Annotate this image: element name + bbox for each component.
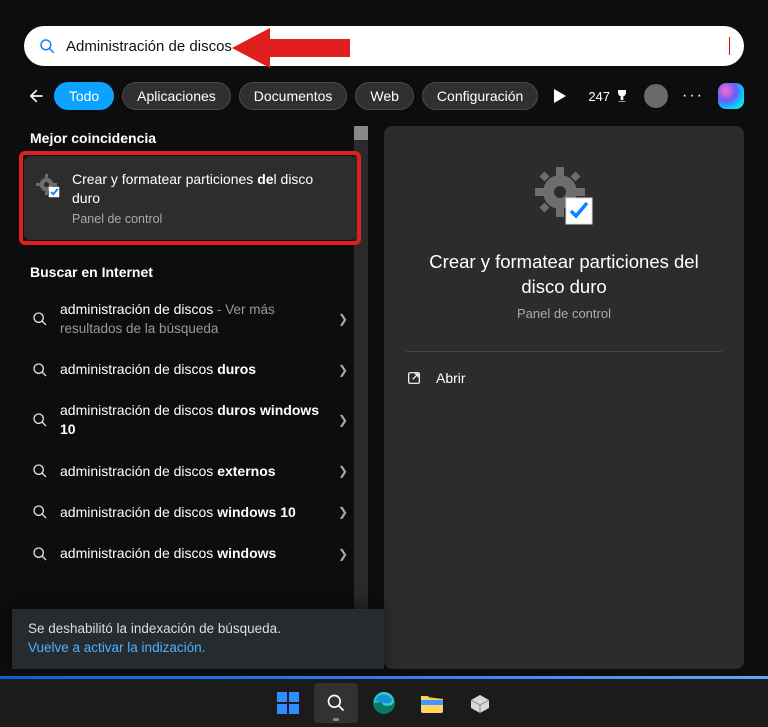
web-result-item[interactable]: administración de discos windows 10 ❯ xyxy=(24,493,356,532)
scrollbar-thumb[interactable] xyxy=(354,126,368,140)
search-icon xyxy=(38,37,56,55)
avatar[interactable] xyxy=(644,84,668,108)
web-result-item[interactable]: administración de discos externos ❯ xyxy=(24,452,356,491)
open-button[interactable]: Abrir xyxy=(406,370,466,386)
indexing-banner-line1: Se deshabilitó la indexación de búsqueda… xyxy=(28,621,368,636)
chevron-right-icon: ❯ xyxy=(338,547,348,561)
web-result-text: administración de discos duros xyxy=(60,360,326,379)
search-icon xyxy=(32,362,48,378)
web-result-text: administración de discos windows xyxy=(60,544,326,563)
divider xyxy=(406,351,722,352)
search-icon xyxy=(32,412,48,428)
trophy-icon xyxy=(614,88,630,104)
tab-documentos[interactable]: Documentos xyxy=(239,82,348,110)
taskbar xyxy=(0,679,768,727)
preview-title: Crear y formatear particiones del disco … xyxy=(406,250,722,300)
chevron-right-icon: ❯ xyxy=(338,312,348,326)
app-icon xyxy=(469,692,491,714)
search-icon xyxy=(32,463,48,479)
play-button[interactable] xyxy=(546,82,574,110)
search-bar[interactable] xyxy=(24,26,744,66)
taskbar-explorer[interactable] xyxy=(410,683,454,723)
chevron-right-icon: ❯ xyxy=(338,363,348,377)
web-result-text: administración de discos windows 10 xyxy=(60,503,326,522)
chevron-right-icon: ❯ xyxy=(338,505,348,519)
back-button[interactable] xyxy=(24,80,46,112)
more-button[interactable]: ··· xyxy=(682,87,704,105)
open-icon xyxy=(406,370,422,386)
web-result-item[interactable]: administración de discos duros windows 1… xyxy=(24,391,356,449)
web-result-text: administración de discos duros windows 1… xyxy=(60,401,326,439)
taskbar-edge[interactable] xyxy=(362,683,406,723)
copilot-icon[interactable] xyxy=(718,83,744,109)
chevron-right-icon: ❯ xyxy=(338,464,348,478)
rewards-value: 247 xyxy=(588,89,610,104)
best-match-item[interactable]: Crear y formatear particiones del disco … xyxy=(24,156,356,240)
play-icon xyxy=(554,89,566,103)
taskbar-search[interactable] xyxy=(314,683,358,723)
scrollbar[interactable] xyxy=(354,126,368,669)
web-result-item[interactable]: administración de discos duros ❯ xyxy=(24,350,356,389)
edge-icon xyxy=(372,691,396,715)
search-icon xyxy=(326,693,346,713)
rewards-points[interactable]: 247 xyxy=(588,88,630,104)
best-match-subtitle: Panel de control xyxy=(72,212,344,226)
best-match-header: Mejor coincidencia xyxy=(30,130,356,146)
arrow-left-icon xyxy=(25,86,45,106)
search-icon xyxy=(32,311,48,327)
web-result-item[interactable]: administración de discos windows ❯ xyxy=(24,534,356,573)
tab-todo[interactable]: Todo xyxy=(54,82,114,110)
search-icon xyxy=(32,504,48,520)
web-result-text: administración de discos externos xyxy=(60,462,326,481)
windows-logo-icon xyxy=(277,692,299,714)
best-match-title: Crear y formatear particiones del disco … xyxy=(72,170,344,208)
preview-icon xyxy=(534,166,594,226)
search-icon xyxy=(32,546,48,562)
web-result-text: administración de discos - Ver más resul… xyxy=(60,300,326,338)
folder-icon xyxy=(420,692,444,714)
tab-web[interactable]: Web xyxy=(355,82,414,110)
start-button[interactable] xyxy=(266,683,310,723)
tab-configuracion[interactable]: Configuración xyxy=(422,82,538,110)
indexing-banner: Se deshabilitó la indexación de búsqueda… xyxy=(12,609,384,669)
open-label: Abrir xyxy=(436,370,466,386)
gear-check-icon xyxy=(534,166,594,226)
indexing-banner-line2: Vuelve a activar la indización. xyxy=(28,640,368,655)
indexing-enable-link[interactable]: Vuelve a activar la indización. xyxy=(28,640,205,655)
preview-subtitle: Panel de control xyxy=(517,306,611,321)
chevron-right-icon: ❯ xyxy=(338,413,348,427)
search-input[interactable] xyxy=(66,38,733,55)
preview-panel: Crear y formatear particiones del disco … xyxy=(384,126,744,669)
web-result-item[interactable]: administración de discos - Ver más resul… xyxy=(24,290,356,348)
text-caret xyxy=(729,37,730,55)
tab-aplicaciones[interactable]: Aplicaciones xyxy=(122,82,231,110)
gear-icon xyxy=(36,174,60,198)
taskbar-app[interactable] xyxy=(458,683,502,723)
web-search-header: Buscar en Internet xyxy=(30,264,356,280)
